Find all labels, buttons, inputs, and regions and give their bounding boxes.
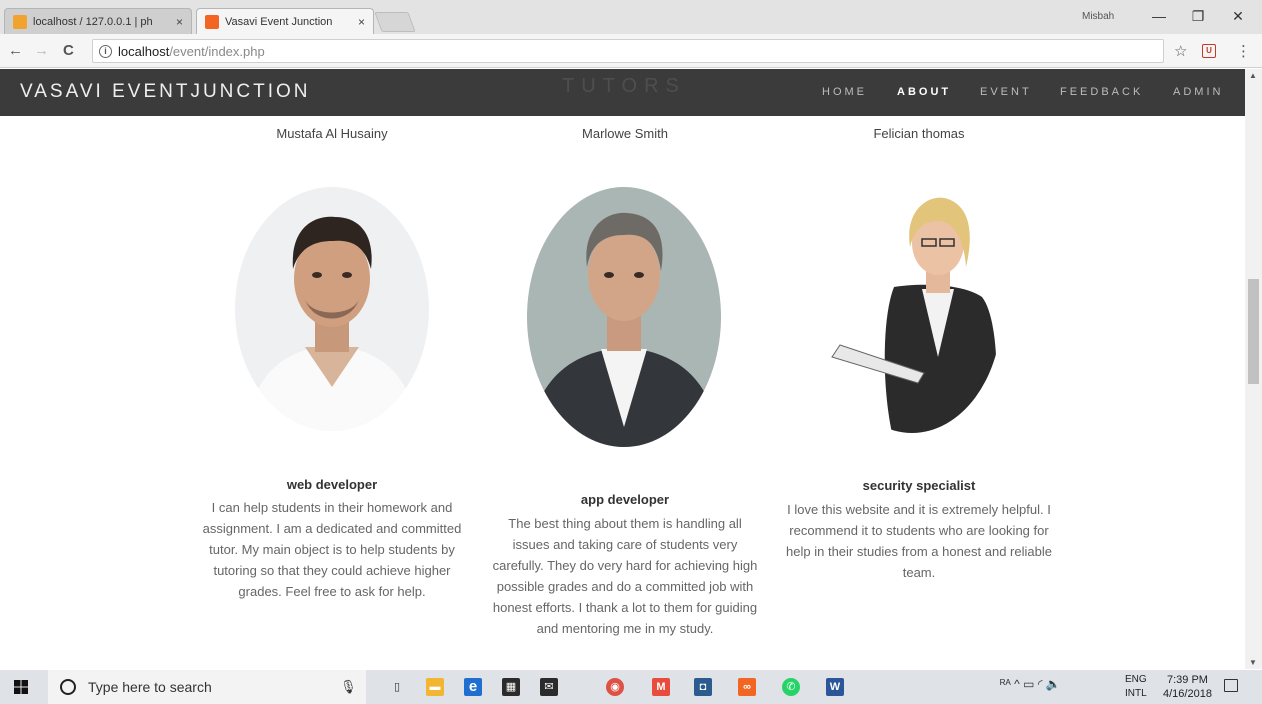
profile-name[interactable]: Misbah bbox=[1082, 11, 1114, 22]
tutor-role: security specialist bbox=[862, 478, 976, 493]
language-indicator[interactable]: ENG INTL bbox=[1125, 673, 1147, 701]
app-box-icon[interactable]: ◘ bbox=[694, 678, 712, 696]
nav-event[interactable]: EVENT bbox=[980, 86, 1032, 98]
url-path: /event/index.php bbox=[169, 43, 265, 59]
tutor-name: Marlowe Smith bbox=[582, 126, 668, 141]
tab-vasavi-event-junction[interactable]: Vasavi Event Junction × bbox=[196, 8, 374, 34]
taskbar-search[interactable]: Type here to search bbox=[48, 670, 366, 704]
browser-menu-icon[interactable]: ⋮ bbox=[1236, 42, 1251, 60]
tutor-name: Mustafa Al Husainy bbox=[276, 126, 388, 141]
tutor-description: The best thing about them is handling al… bbox=[492, 516, 758, 636]
back-button[interactable]: ← bbox=[8, 42, 23, 59]
tutor-photo bbox=[527, 187, 721, 447]
site-navbar: VASAVI EVENTJUNCTION TUTORS HOME ABOUT E… bbox=[0, 69, 1245, 116]
taskbar-clock[interactable]: 7:39 PM 4/16/2018 bbox=[1163, 673, 1212, 701]
tutor-role: app developer bbox=[580, 492, 670, 507]
microphone-icon[interactable]: 🎙 bbox=[340, 679, 357, 695]
info-icon[interactable]: i bbox=[99, 44, 112, 58]
windows-taskbar: Type here to search 🎙 ▯ ▬ e ▦ ✉ ◉ M ◘ ∞ … bbox=[0, 670, 1262, 704]
chrome-icon[interactable]: ◉ bbox=[606, 678, 624, 696]
tutor-description: I can help students in their homework an… bbox=[202, 500, 462, 599]
xampp-icon[interactable]: ∞ bbox=[738, 678, 756, 696]
new-tab-button[interactable] bbox=[374, 12, 416, 32]
store-icon[interactable]: ▦ bbox=[502, 678, 520, 696]
language-layout: INTL bbox=[1125, 688, 1147, 699]
tab-title: localhost / 127.0.0.1 | ph bbox=[33, 15, 153, 28]
bookmark-star-icon[interactable]: ☆ bbox=[1174, 42, 1187, 60]
tab-phpmyadmin[interactable]: localhost / 127.0.0.1 | ph × bbox=[4, 8, 192, 34]
scroll-thumb[interactable] bbox=[1248, 279, 1259, 384]
tutor-photo bbox=[822, 187, 1002, 433]
gmail-icon[interactable]: M bbox=[652, 678, 670, 696]
maximize-button[interactable]: ❐ bbox=[1188, 8, 1208, 25]
nav-admin[interactable]: ADMIN bbox=[1173, 86, 1223, 98]
xampp-icon bbox=[205, 14, 219, 29]
tutor-photo bbox=[235, 187, 429, 431]
minimize-button[interactable]: — bbox=[1149, 8, 1169, 24]
tutor-description: I love this website and it is extremely … bbox=[786, 502, 1052, 580]
system-tray-icons[interactable]: ᴿᴬ ^ ▭ ◜ 🔈 bbox=[1000, 677, 1061, 691]
phpmyadmin-icon bbox=[13, 14, 27, 29]
close-icon[interactable]: × bbox=[176, 15, 183, 29]
tutor-name: Felician thomas bbox=[873, 126, 965, 141]
file-explorer-icon[interactable]: ▬ bbox=[426, 678, 444, 696]
nav-home[interactable]: HOME bbox=[822, 86, 867, 98]
tutor-role: web developer bbox=[286, 477, 378, 492]
scroll-down-icon[interactable]: ▼ bbox=[1249, 658, 1257, 667]
extension-icon[interactable]: U bbox=[1202, 44, 1216, 58]
search-placeholder: Type here to search bbox=[88, 679, 212, 695]
site-brand[interactable]: VASAVI EVENTJUNCTION bbox=[20, 81, 311, 103]
task-view-icon[interactable]: ▯ bbox=[388, 678, 406, 696]
address-bar[interactable]: i localhost/event/index.php bbox=[92, 39, 1164, 63]
forward-button[interactable]: → bbox=[34, 42, 49, 59]
windows-start-icon[interactable] bbox=[14, 680, 28, 694]
language-code: ENG bbox=[1125, 674, 1147, 685]
nav-about[interactable]: ABOUT bbox=[897, 86, 951, 98]
whatsapp-icon[interactable]: ✆ bbox=[782, 678, 800, 696]
tab-title: Vasavi Event Junction bbox=[225, 15, 333, 28]
notification-icon[interactable] bbox=[1224, 679, 1238, 692]
page-viewport: VASAVI EVENTJUNCTION TUTORS HOME ABOUT E… bbox=[0, 69, 1262, 669]
cortana-icon bbox=[60, 679, 76, 695]
url-host: localhost bbox=[118, 43, 170, 59]
reload-button[interactable]: C bbox=[63, 42, 74, 59]
page-scrollbar[interactable]: ▲ ▼ bbox=[1245, 69, 1262, 669]
scroll-up-icon[interactable]: ▲ bbox=[1249, 71, 1257, 80]
mail-icon[interactable]: ✉ bbox=[540, 678, 558, 696]
browser-toolbar: ← → C i localhost/event/index.php ☆ U ⋮ bbox=[0, 34, 1262, 68]
close-icon[interactable]: × bbox=[358, 15, 365, 29]
edge-icon[interactable]: e bbox=[464, 678, 482, 696]
browser-tab-strip: localhost / 127.0.0.1 | ph × Vasavi Even… bbox=[0, 0, 1262, 34]
clock-date: 4/16/2018 bbox=[1163, 688, 1212, 700]
clock-time: 7:39 PM bbox=[1166, 674, 1208, 686]
word-icon[interactable]: W bbox=[826, 678, 844, 696]
nav-feedback[interactable]: FEEDBACK bbox=[1060, 86, 1143, 98]
close-window-button[interactable]: ✕ bbox=[1228, 8, 1248, 25]
section-title: TUTORS bbox=[562, 75, 686, 97]
